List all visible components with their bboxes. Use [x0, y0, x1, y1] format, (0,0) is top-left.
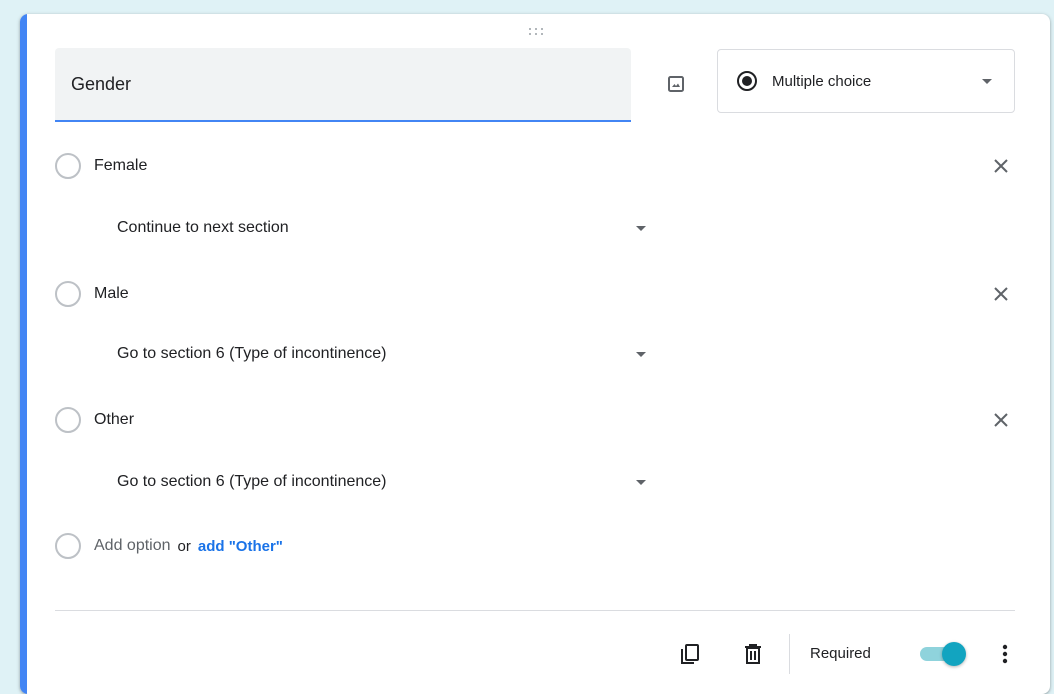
close-icon — [994, 287, 1008, 301]
trash-icon — [745, 644, 761, 664]
active-indicator-bar — [20, 14, 27, 694]
option-label[interactable]: Female — [94, 157, 147, 175]
duplicate-button[interactable] — [670, 634, 710, 674]
copy-icon — [681, 644, 699, 664]
footer-divider — [55, 610, 1015, 611]
caret-down-icon — [636, 225, 646, 231]
or-text: or — [177, 537, 191, 555]
remove-option-button[interactable] — [985, 404, 1017, 436]
delete-button[interactable] — [733, 634, 773, 674]
radio-checked-icon — [737, 71, 757, 91]
add-other-link[interactable]: add "Other" — [198, 538, 283, 555]
goto-section-dropdown[interactable]: Go to section 6 (Type of incontinence) — [100, 334, 660, 374]
toggle-thumb — [942, 642, 966, 666]
image-icon — [668, 76, 684, 92]
radio-icon — [55, 153, 81, 179]
option-row-female: Female — [55, 146, 1025, 186]
close-icon — [994, 413, 1008, 427]
add-option-input[interactable]: Add option — [94, 537, 171, 555]
drag-handle-icon[interactable] — [523, 28, 549, 38]
more-options-button[interactable] — [985, 634, 1025, 674]
add-option-row: Add option or add "Other" — [55, 526, 1025, 566]
goto-section-label: Go to section 6 (Type of incontinence) — [117, 345, 387, 362]
remove-option-button[interactable] — [985, 150, 1017, 182]
required-label: Required — [810, 645, 871, 662]
goto-section-label: Continue to next section — [117, 219, 289, 236]
caret-down-icon — [982, 78, 992, 84]
add-image-button[interactable] — [658, 66, 694, 102]
question-title-input[interactable]: Gender — [55, 48, 631, 122]
option-label[interactable]: Male — [94, 285, 129, 303]
question-type-label: Multiple choice — [772, 72, 872, 90]
radio-icon — [55, 533, 81, 559]
close-icon — [994, 159, 1008, 173]
question-card: Gender Multiple choice Female Continue t… — [20, 14, 1050, 694]
question-footer: Required — [55, 634, 1030, 678]
option-label[interactable]: Other — [94, 411, 134, 429]
option-row-male: Male — [55, 274, 1025, 314]
required-toggle[interactable] — [916, 642, 968, 666]
option-row-other: Other — [55, 400, 1025, 440]
radio-icon — [55, 407, 81, 433]
goto-section-dropdown[interactable]: Go to section 6 (Type of incontinence) — [100, 462, 660, 502]
more-vert-icon — [1002, 644, 1008, 664]
footer-vertical-divider — [789, 634, 790, 674]
caret-down-icon — [636, 479, 646, 485]
goto-section-label: Go to section 6 (Type of incontinence) — [117, 473, 387, 490]
radio-icon — [55, 281, 81, 307]
question-type-dropdown[interactable]: Multiple choice — [717, 49, 1015, 113]
goto-section-dropdown[interactable]: Continue to next section — [100, 208, 660, 248]
caret-down-icon — [636, 351, 646, 357]
remove-option-button[interactable] — [985, 278, 1017, 310]
